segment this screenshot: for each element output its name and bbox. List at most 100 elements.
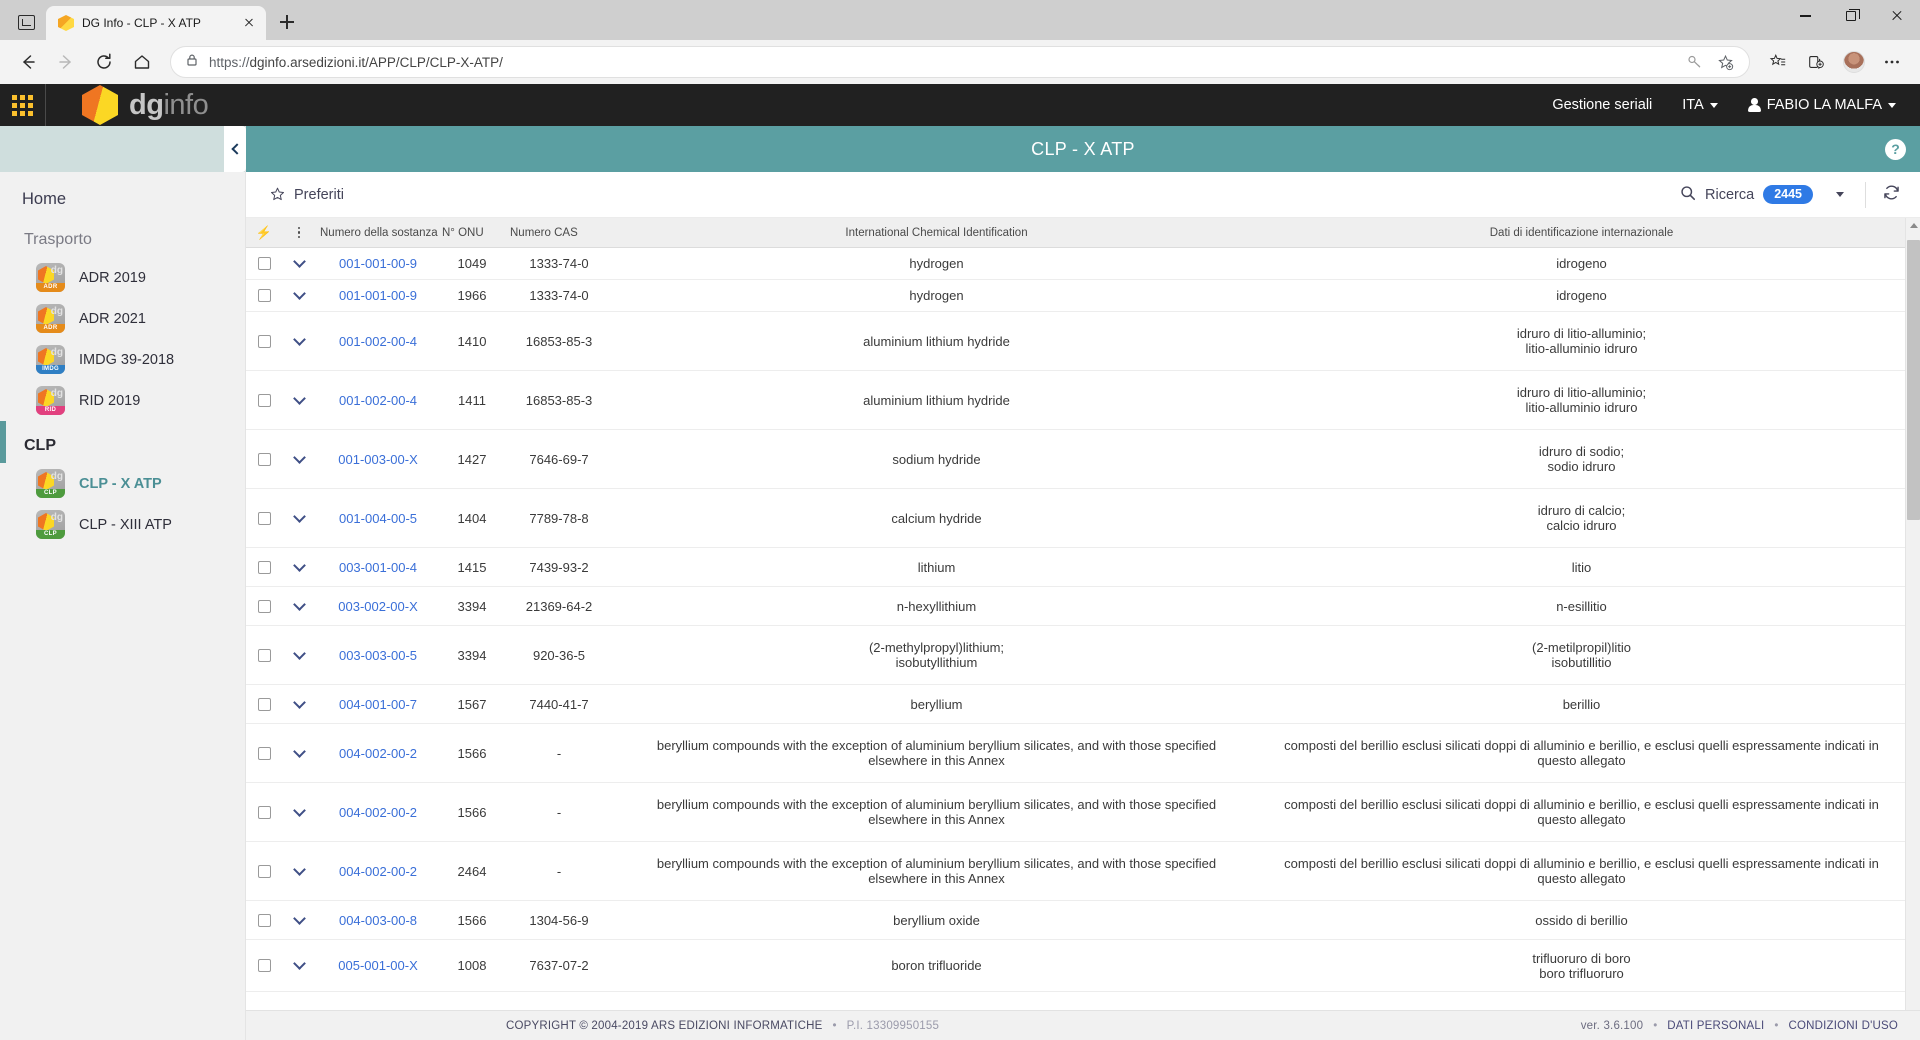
chevron-down-icon[interactable] [292,558,306,572]
profile-avatar[interactable] [1836,46,1872,78]
row-checkbox[interactable] [246,697,282,711]
checkbox-icon[interactable] [257,511,271,525]
sidebar-group-clp[interactable]: CLP [0,421,245,463]
substance-number-link[interactable]: 004-002-00-2 [339,746,417,761]
cell-substance-number[interactable]: 001-003-00-X [316,452,440,467]
cell-substance-number[interactable]: 001-002-00-4 [316,334,440,349]
row-checkbox[interactable] [246,599,282,613]
user-menu[interactable]: FABIO LA MALFA [1747,97,1896,113]
cell-substance-number[interactable]: 004-002-00-2 [316,746,440,761]
table-row[interactable]: 001-002-00-4 1411 16853-85-3 aluminium lith… [246,371,1920,430]
window-maximize-button[interactable] [1828,0,1874,32]
substance-number-link[interactable]: 001-001-00-9 [339,256,417,271]
sidebar-collapse-button[interactable] [224,126,246,172]
checkbox-icon[interactable] [257,452,271,466]
kebab-menu-icon[interactable] [282,226,316,239]
checkbox-icon[interactable] [257,805,271,819]
favorites-button[interactable]: Preferiti [270,187,344,203]
row-expand-button[interactable] [282,957,316,970]
column-header-international-identification-data[interactable]: Dati di identificazione internazionale [1259,227,1904,239]
sidebar-item-rid-2019[interactable]: dg RID RID 2019 [0,380,245,421]
table-row[interactable]: 001-004-00-5 1404 7789-78-8 calcium hydride… [246,489,1920,548]
table-row[interactable]: 001-002-00-4 1410 16853-85-3 aluminium lith… [246,312,1920,371]
sidebar-item-home[interactable]: Home [0,172,245,215]
window-close-button[interactable] [1874,0,1920,32]
scroll-up-arrow-icon[interactable] [1909,223,1918,228]
row-checkbox[interactable] [246,560,282,574]
row-expand-button[interactable] [282,332,316,346]
substance-number-link[interactable]: 001-002-00-4 [339,334,417,349]
checkbox-icon[interactable] [257,289,271,302]
forward-arrow-icon[interactable] [48,46,84,78]
column-header-international-chemical-identification[interactable]: International Chemical Identification [614,227,1259,239]
chevron-down-icon[interactable] [292,803,306,817]
row-checkbox[interactable] [246,452,282,466]
checkbox-icon[interactable] [257,393,271,407]
sidebar-item-clp-xiii-atp[interactable]: dg CLP CLP - XIII ATP [0,504,245,545]
cell-substance-number[interactable]: 005-001-00-X [316,958,440,973]
tab-actions-menu-icon[interactable] [6,6,46,38]
sidebar-item-adr-2019[interactable]: dg ADR ADR 2019 [0,257,245,298]
reload-icon[interactable] [86,46,122,78]
row-checkbox[interactable] [246,959,282,972]
cell-substance-number[interactable]: 001-002-00-4 [316,393,440,408]
back-arrow-icon[interactable] [10,46,46,78]
checkbox-icon[interactable] [257,257,271,270]
substance-number-link[interactable]: 005-001-00-X [338,958,418,973]
sidebar-item-clp-x-atp[interactable]: dg CLP CLP - X ATP [0,463,245,504]
table-row[interactable]: 005-001-00-X 1008 7637-07-2 boron trifluori… [246,940,1920,992]
row-expand-button[interactable] [282,558,316,572]
row-expand-button[interactable] [282,255,316,268]
search-button[interactable]: Ricerca 2445 [1680,185,1823,205]
key-icon[interactable] [1681,46,1709,78]
row-expand-button[interactable] [282,744,316,758]
cell-substance-number[interactable]: 004-002-00-2 [316,864,440,879]
gestione-seriali-link[interactable]: Gestione seriali [1552,97,1652,113]
cell-substance-number[interactable]: 003-002-00-X [316,599,440,614]
tab-close-icon[interactable] [240,14,258,32]
privacy-link[interactable]: DATI PERSONALI [1667,1020,1764,1032]
favorites-list-icon[interactable] [1760,46,1796,78]
substance-number-link[interactable]: 003-001-00-4 [339,560,417,575]
substance-number-link[interactable]: 001-003-00-X [338,452,418,467]
table-row[interactable]: 004-002-00-2 1566 - beryllium compounds wit… [246,724,1920,783]
chevron-down-icon[interactable] [292,391,306,405]
column-header-cas-number[interactable]: Numero CAS [504,227,614,239]
address-bar[interactable]: https://dginfo.arsedizioni.it/APP/CLP/CL… [170,46,1750,78]
row-checkbox[interactable] [246,648,282,662]
settings-ellipsis-icon[interactable] [1874,46,1910,78]
row-expand-button[interactable] [282,695,316,709]
collections-icon[interactable] [1798,46,1834,78]
row-checkbox[interactable] [246,746,282,760]
table-row[interactable]: 004-003-00-8 1566 1304-56-9 beryllium oxide… [246,901,1920,940]
cell-substance-number[interactable]: 001-001-00-9 [316,256,440,271]
chevron-down-icon[interactable] [292,450,306,464]
table-row[interactable]: 001-003-00-X 1427 7646-69-7 sodium hydride i… [246,430,1920,489]
chevron-down-icon[interactable] [292,646,306,660]
checkbox-icon[interactable] [257,599,271,613]
checkbox-icon[interactable] [257,697,271,711]
cell-substance-number[interactable]: 003-001-00-4 [316,560,440,575]
sidebar-group-trasporto[interactable]: Trasporto [0,215,245,257]
row-checkbox[interactable] [246,289,282,302]
row-checkbox[interactable] [246,511,282,525]
table-row[interactable]: 004-001-00-7 1567 7440-41-7 beryllium berill… [246,685,1920,724]
table-row[interactable]: 003-002-00-X 3394 21369-64-2 n-hexyllithium… [246,587,1920,626]
substance-number-link[interactable]: 004-002-00-2 [339,805,417,820]
add-favorite-icon[interactable] [1711,46,1739,78]
row-checkbox[interactable] [246,257,282,270]
row-expand-button[interactable] [282,597,316,611]
row-expand-button[interactable] [282,646,316,660]
checkbox-icon[interactable] [257,864,271,878]
row-expand-button[interactable] [282,509,316,523]
row-expand-button[interactable] [282,450,316,464]
brand-logo[interactable]: dginfo [46,85,209,125]
substance-number-link[interactable]: 001-001-00-9 [339,288,417,303]
refresh-button[interactable] [1874,183,1908,207]
checkbox-icon[interactable] [257,334,271,348]
checkbox-icon[interactable] [257,560,271,574]
row-checkbox[interactable] [246,913,282,927]
checkbox-icon[interactable] [257,746,271,760]
cell-substance-number[interactable]: 001-004-00-5 [316,511,440,526]
column-header-substance-number[interactable]: Numero della sostanza [316,227,440,239]
